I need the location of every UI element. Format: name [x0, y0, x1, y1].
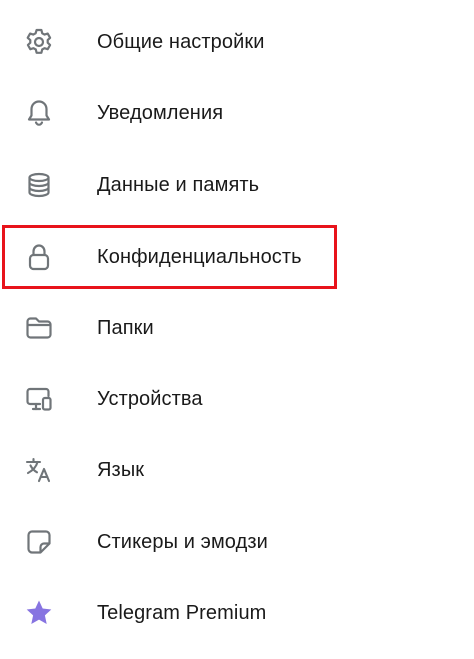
menu-item-label: Уведомления [97, 101, 224, 124]
menu-item-label: Устройства [97, 387, 203, 410]
menu-item-label: Telegram Premium [97, 601, 267, 624]
menu-item-general-settings[interactable]: Общие настройки [0, 12, 474, 72]
devices-icon [23, 383, 55, 415]
lock-icon [23, 241, 55, 273]
menu-item-folders[interactable]: Папки [0, 298, 474, 358]
folder-icon [23, 312, 55, 344]
star-icon [23, 597, 55, 629]
database-icon [23, 169, 55, 201]
menu-item-label: Стикеры и эмодзи [97, 530, 268, 553]
menu-item-stickers-emoji[interactable]: Стикеры и эмодзи [0, 512, 474, 572]
menu-item-data-storage[interactable]: Данные и память [0, 155, 474, 215]
menu-item-label: Данные и память [97, 173, 260, 196]
menu-item-label: Общие настройки [97, 30, 265, 53]
menu-item-label: Конфиденциальность [97, 245, 302, 268]
menu-item-devices[interactable]: Устройства [0, 369, 474, 429]
gear-icon [23, 26, 55, 58]
menu-item-label: Папки [97, 316, 154, 339]
menu-item-language[interactable]: Язык [0, 440, 474, 500]
bell-icon [23, 97, 55, 129]
translate-icon [23, 454, 55, 486]
settings-menu: Общие настройки Уведомления Данные и пам… [0, 0, 474, 659]
menu-item-telegram-premium[interactable]: Telegram Premium [0, 583, 474, 643]
sticker-icon [23, 526, 55, 558]
menu-item-label: Язык [97, 458, 145, 481]
menu-item-privacy[interactable]: Конфиденциальность [0, 227, 474, 287]
menu-item-notifications[interactable]: Уведомления [0, 83, 474, 143]
